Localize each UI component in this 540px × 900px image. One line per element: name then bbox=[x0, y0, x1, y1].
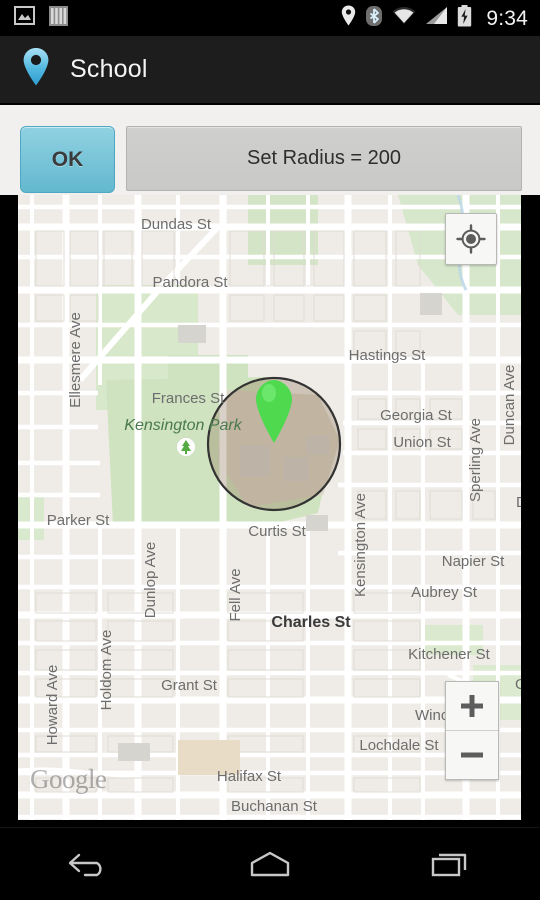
svg-text:Holdom Ave: Holdom Ave bbox=[98, 630, 115, 711]
map-view[interactable]: Dundas St Pandora St Ellesmere Ave Hasti… bbox=[18, 195, 521, 820]
svg-text:Buchanan St: Buchanan St bbox=[231, 798, 318, 815]
phone-screen: 9:34 School OK Set Radius = 200 Dundas S… bbox=[0, 0, 540, 900]
location-pin-icon bbox=[341, 5, 356, 31]
status-bar-right-icons: 9:34 bbox=[341, 4, 528, 32]
svg-text:Halifax St: Halifax St bbox=[217, 768, 282, 785]
park-label: Kensington Park bbox=[124, 417, 242, 434]
park-tree-icon bbox=[176, 437, 196, 457]
map-pin-icon bbox=[22, 47, 50, 92]
android-nav-bar bbox=[0, 827, 540, 900]
control-strip: OK Set Radius = 200 bbox=[0, 105, 540, 195]
minus-icon bbox=[461, 752, 483, 758]
svg-text:Duncan Ave: Duncan Ave bbox=[501, 365, 518, 446]
google-watermark: Google bbox=[30, 764, 107, 794]
svg-text:Pandora St: Pandora St bbox=[152, 274, 228, 291]
status-bar: 9:34 bbox=[0, 0, 540, 36]
nav-back-button[interactable] bbox=[35, 834, 145, 894]
nav-recents-button[interactable] bbox=[395, 834, 505, 894]
zoom-in-button[interactable] bbox=[446, 682, 498, 730]
svg-text:Gra: Gra bbox=[515, 676, 521, 693]
svg-text:Dur: Dur bbox=[516, 494, 521, 511]
svg-text:Grant St: Grant St bbox=[161, 677, 218, 694]
ok-button[interactable]: OK bbox=[20, 126, 115, 193]
image-icon bbox=[14, 6, 35, 30]
svg-text:Lochdale St: Lochdale St bbox=[359, 737, 439, 754]
battery-charging-icon bbox=[457, 4, 472, 32]
svg-text:Curtis St: Curtis St bbox=[248, 523, 306, 540]
svg-text:Parker St: Parker St bbox=[47, 512, 110, 529]
svg-text:Fell Ave: Fell Ave bbox=[227, 568, 244, 621]
svg-text:Aubrey St: Aubrey St bbox=[411, 584, 478, 601]
my-location-icon bbox=[456, 224, 486, 254]
plus-icon bbox=[461, 695, 483, 717]
svg-text:Union St: Union St bbox=[393, 434, 451, 451]
svg-text:Hastings St: Hastings St bbox=[349, 347, 427, 364]
back-icon bbox=[68, 853, 102, 877]
page-title: School bbox=[70, 55, 148, 83]
svg-text:Kensington Ave: Kensington Ave bbox=[352, 493, 369, 597]
zoom-out-button[interactable] bbox=[446, 731, 498, 779]
bluetooth-icon bbox=[365, 5, 383, 32]
zoom-controls[interactable] bbox=[445, 681, 499, 780]
sd-storage-icon bbox=[49, 5, 68, 31]
status-bar-clock: 9:34 bbox=[486, 6, 528, 30]
cellular-signal-icon bbox=[425, 6, 448, 30]
svg-text:Ellesmere Ave: Ellesmere Ave bbox=[67, 312, 84, 408]
wifi-icon bbox=[392, 6, 416, 30]
svg-text:Dundas St: Dundas St bbox=[141, 216, 212, 233]
set-radius-button[interactable]: Set Radius = 200 bbox=[126, 126, 522, 191]
action-bar: School bbox=[0, 36, 540, 104]
svg-text:Sperling Ave: Sperling Ave bbox=[467, 418, 484, 502]
svg-text:Kitchener St: Kitchener St bbox=[408, 646, 491, 663]
status-bar-left-icons bbox=[14, 5, 68, 31]
svg-text:Georgia St: Georgia St bbox=[380, 407, 453, 424]
nav-home-button[interactable] bbox=[215, 834, 325, 894]
svg-text:Frances St: Frances St bbox=[152, 390, 225, 407]
my-location-button[interactable] bbox=[445, 213, 497, 265]
recents-icon bbox=[431, 853, 467, 877]
svg-text:Charles St: Charles St bbox=[271, 614, 351, 631]
svg-text:Napier St: Napier St bbox=[442, 553, 505, 570]
svg-text:Howard Ave: Howard Ave bbox=[44, 665, 61, 746]
svg-text:Dunlop Ave: Dunlop Ave bbox=[142, 542, 159, 618]
home-icon bbox=[250, 851, 290, 877]
